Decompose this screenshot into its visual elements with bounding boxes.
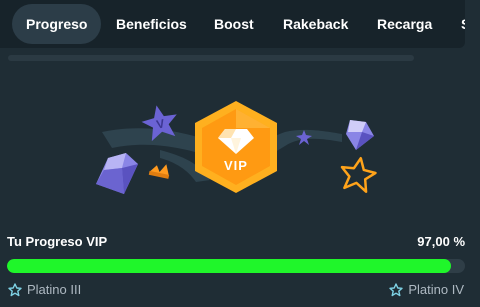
tab-recarga[interactable]: Recarga <box>377 4 432 44</box>
star-icon-outline <box>340 156 377 193</box>
star-icon <box>389 282 404 296</box>
diamond-icon-left <box>96 153 138 194</box>
tab-beneficios[interactable]: Beneficios <box>116 4 187 44</box>
progress-bar <box>7 259 465 273</box>
vip-badge-label: VIP <box>224 158 248 173</box>
progress-value: 97,00 % <box>417 234 465 249</box>
tier-next-label: Platino IV <box>408 282 464 297</box>
crown-icon <box>148 164 170 179</box>
tier-current-label: Platino III <box>27 282 82 297</box>
tab-more[interactable]: S <box>461 4 465 44</box>
vip-illustration: V VIP <box>96 101 377 194</box>
star-icon <box>8 282 22 296</box>
tab-rakeback[interactable]: Rakeback <box>283 4 348 44</box>
tab-boost[interactable]: Boost <box>214 4 254 44</box>
progress-label: Tu Progreso VIP <box>7 234 108 249</box>
progress-bar-fill <box>7 259 452 273</box>
tier-current: Platino III <box>8 282 81 297</box>
tabs-scrollbar[interactable] <box>8 55 414 61</box>
tier-next: Platino IV <box>389 282 464 297</box>
tab-progreso[interactable]: Progreso <box>12 4 102 44</box>
diamond-icon-right <box>346 120 374 150</box>
tab-bar: Progreso Beneficios Boost Rakeback Recar… <box>0 0 465 48</box>
